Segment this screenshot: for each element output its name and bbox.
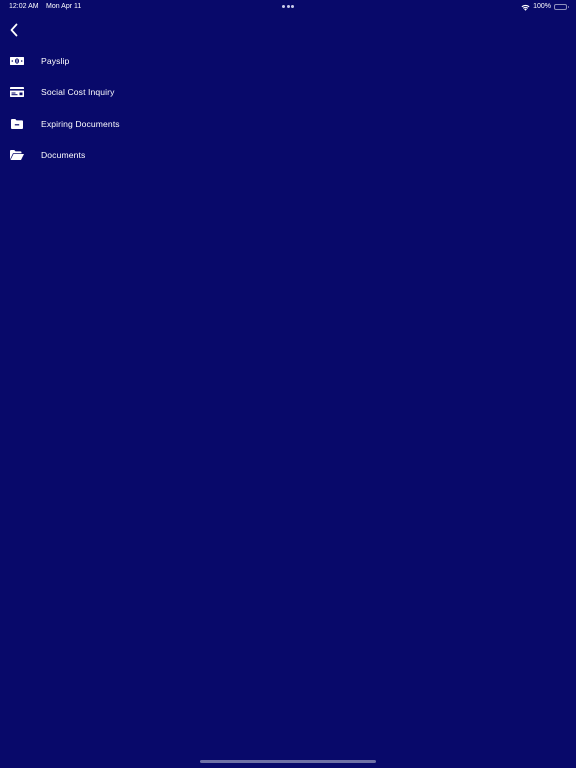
menu-item-label: Documents	[41, 150, 86, 161]
status-date: Mon Apr 11	[46, 3, 82, 10]
money-bill-icon	[9, 55, 24, 67]
chevron-left-icon	[10, 23, 18, 37]
wifi-icon	[521, 4, 530, 11]
menu-item-label: Social Cost Inquiry	[41, 87, 115, 98]
credit-card-icon	[9, 86, 24, 98]
menu-item-label: Expiring Documents	[41, 118, 120, 129]
battery-icon	[554, 4, 569, 10]
folder-open-icon	[9, 149, 24, 161]
menu-item-social-cost-inquiry[interactable]: Social Cost Inquiry	[0, 77, 576, 109]
multitasking-dots-icon[interactable]	[282, 5, 294, 8]
battery-percentage: 100%	[533, 3, 551, 10]
status-time: 12:02 AM	[9, 3, 39, 10]
home-indicator[interactable]	[200, 760, 376, 763]
menu-item-payslip[interactable]: Payslip	[0, 45, 576, 77]
status-right: 100%	[521, 0, 569, 14]
menu-list: Payslip Social Cost Inquiry Expiring Doc…	[0, 45, 576, 171]
folder-minus-icon	[9, 118, 24, 130]
status-bar: 12:02 AM Mon Apr 11 100%	[0, 0, 576, 14]
back-button[interactable]	[6, 21, 22, 39]
menu-item-documents[interactable]: Documents	[0, 140, 576, 172]
menu-item-expiring-documents[interactable]: Expiring Documents	[0, 108, 576, 140]
menu-item-label: Payslip	[41, 55, 70, 66]
